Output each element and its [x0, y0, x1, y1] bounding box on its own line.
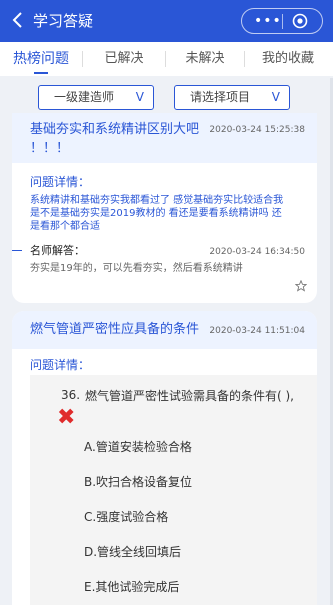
chevron-left-icon [12, 12, 22, 28]
question-timestamp: 2020-03-24 11:51:04 [209, 326, 305, 336]
tab-resolved[interactable]: 已解决 [83, 42, 165, 76]
question-header: 基础夯实和系统精讲区别大吧 ！！！ 2020-03-24 15:25:38 [12, 113, 317, 163]
answer-timestamp: 2020-03-24 16:34:50 [209, 247, 305, 257]
detail-text-line: 是不是基础夯实是2019教材的 看还是要看系统精讲吗 还 [30, 208, 282, 219]
exam-select[interactable]: 一级建造师 V [38, 85, 154, 110]
detail-text-line: 是看那个都合适 [30, 221, 100, 232]
tab-unresolved[interactable]: 未解决 [166, 42, 244, 76]
star-outline-icon [294, 279, 308, 292]
option-b: B.吹扫合格设备复位 [84, 475, 193, 489]
x-mark-icon: ✖ [57, 405, 76, 430]
page-title: 学习答疑 [33, 12, 94, 30]
answer-label: 名师解答： [30, 244, 85, 257]
question-image: 36. ✖ 燃气管道严密性试验需具备的条件有( ), A.管道安装检验合格 B.… [30, 375, 317, 605]
tab-my-favorites[interactable]: 我的收藏 [245, 42, 331, 76]
mini-program-capsule: ••• [241, 8, 323, 34]
option-a: A.管道安装检验合格 [84, 440, 192, 454]
title-bar: 学习答疑 ••• [0, 0, 333, 42]
question-stem: 燃气管道严密性试验需具备的条件有( ), [85, 389, 294, 403]
answer-text: 夯实是19年的，可以先看夯实，然后看系统精讲 [30, 263, 243, 274]
exam-select-value: 一级建造师 [54, 90, 115, 104]
filter-bar: 一级建造师 V 请选择项目 V [0, 76, 333, 118]
detail-label: 问题详情： [30, 175, 91, 189]
answer-marker [12, 250, 22, 251]
project-select-placeholder: 请选择项目 [190, 90, 251, 104]
active-tab-indicator [34, 72, 48, 74]
option-e: E.其他试验完成后 [84, 580, 180, 594]
more-button[interactable]: ••• [254, 13, 282, 29]
favorite-button[interactable] [294, 279, 308, 295]
question-timestamp: 2020-03-24 15:25:38 [209, 125, 305, 135]
question-card[interactable]: 基础夯实和系统精讲区别大吧 ！！！ 2020-03-24 15:25:38 问题… [12, 113, 317, 303]
back-button[interactable] [8, 9, 28, 31]
tab-hot-questions[interactable]: 热榜问题 [0, 42, 82, 76]
question-card[interactable]: 燃气管道严密性应具备的条件 2020-03-24 11:51:04 问题详情： … [12, 311, 317, 605]
question-title-line2: ！！！ [30, 141, 70, 156]
detail-label: 问题详情： [30, 358, 91, 372]
detail-text-line: 系统精讲和基础夯实我都看过了 感觉基础夯实比较适合我 [30, 195, 284, 206]
option-c: C.强度试验合格 [84, 510, 169, 524]
option-d: D.管线全线回填后 [84, 545, 182, 559]
question-header: 燃气管道严密性应具备的条件 2020-03-24 11:51:04 [12, 311, 317, 349]
capsule-divider [282, 14, 283, 29]
tab-bar: 热榜问题 已解决 未解决 我的收藏 [0, 42, 333, 77]
project-select[interactable]: 请选择项目 V [174, 85, 290, 110]
close-program-button[interactable] [292, 13, 308, 29]
chevron-down-icon: V [135, 90, 144, 104]
question-number: 36. [61, 388, 81, 402]
question-title: 基础夯实和系统精讲区别大吧 [30, 122, 200, 137]
chevron-down-icon: V [271, 90, 280, 104]
target-icon [292, 13, 308, 29]
